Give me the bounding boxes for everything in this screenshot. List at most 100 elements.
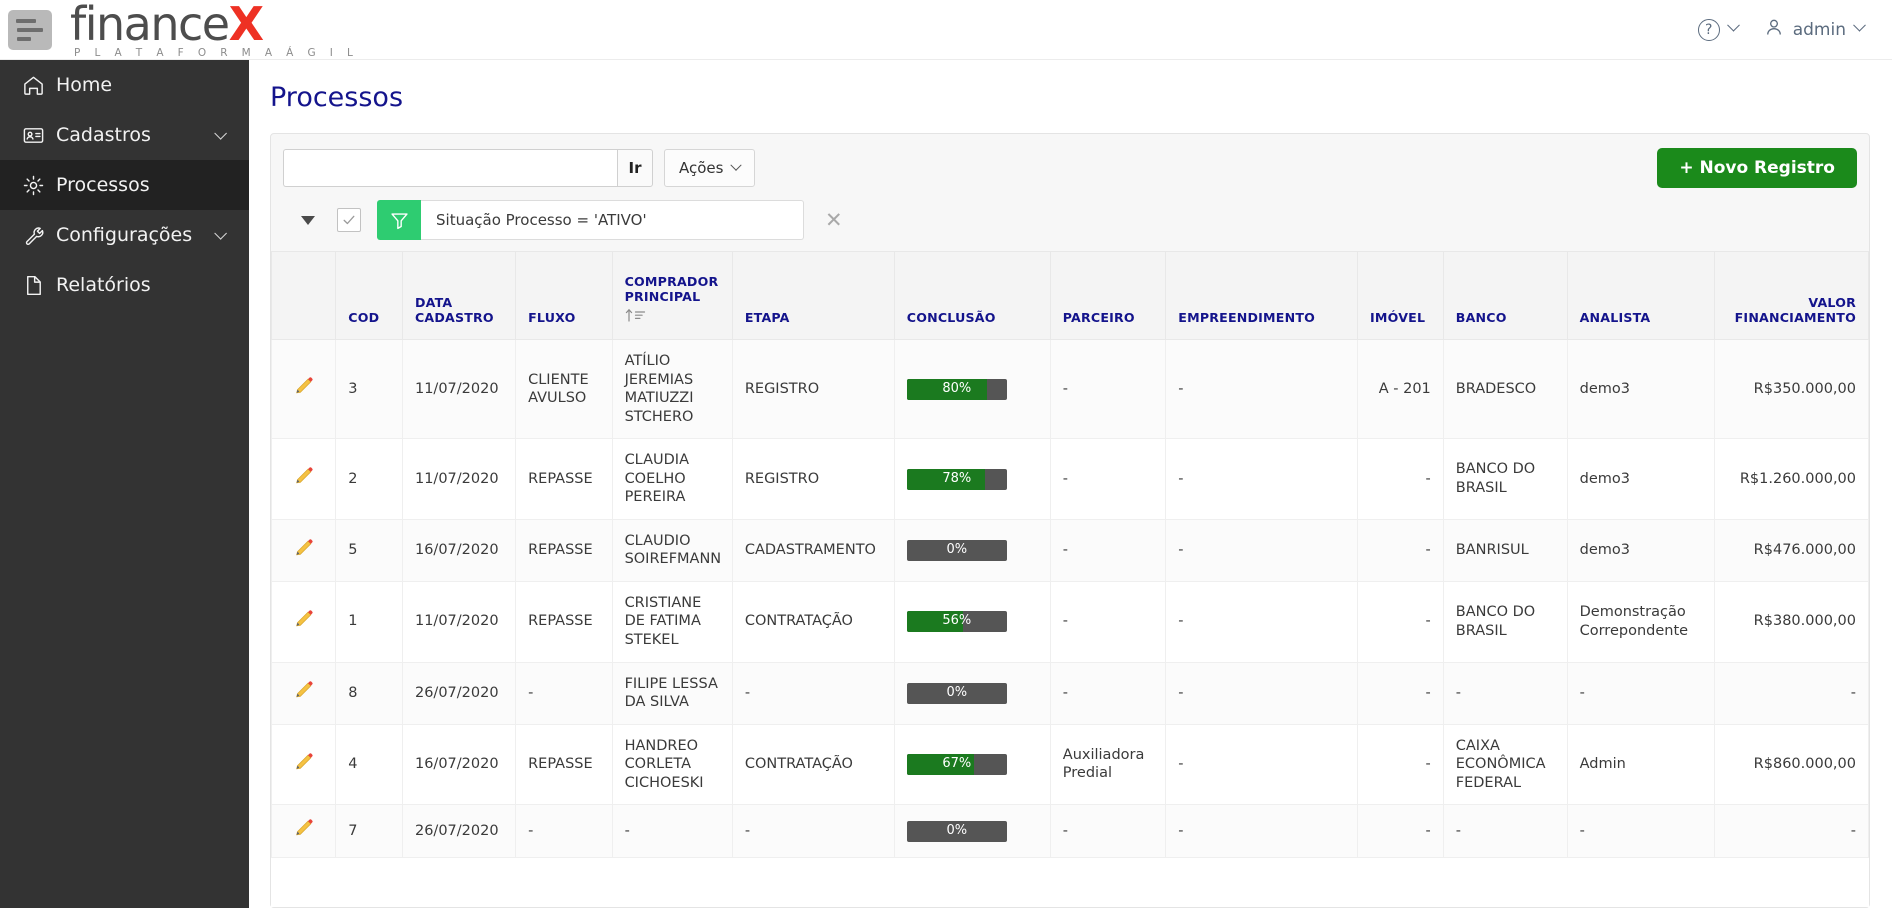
id-card-icon <box>22 124 56 147</box>
column-header-empreendimento[interactable]: EMPREENDIMENTO <box>1165 251 1359 340</box>
cell-analista: Demonstração Correpondente <box>1566 580 1716 663</box>
cell-banco: CAIXA ECONÔMICA FEDERAL <box>1442 723 1568 806</box>
column-header-data-cadastro[interactable]: DATA CADASTRO <box>401 251 517 340</box>
filter-row: Situação Processo = 'ATIVO' ✕ <box>271 200 1869 251</box>
cell-empreendimento: - <box>1165 723 1359 806</box>
column-header-analista[interactable]: ANALISTA <box>1566 251 1716 340</box>
table-header: COD DATA CADASTRO FLUXO COMPRADOR PRINCI… <box>271 251 1869 340</box>
app-logo[interactable]: financeX P L A T A F O R M A Á G I L <box>70 1 358 59</box>
go-button[interactable]: Ir <box>617 149 653 187</box>
help-menu[interactable]: ? <box>1697 18 1740 41</box>
cell-conclusao: 0% <box>893 661 1051 725</box>
column-header-imovel[interactable]: IMÓVEL <box>1357 251 1444 340</box>
table-row[interactable]: 2 11/07/2020 REPASSE CLAUDIA COELHO PEREIRA… <box>271 438 1869 520</box>
cell-parceiro: Auxiliadora Predial <box>1049 723 1167 806</box>
triangle-down-icon[interactable] <box>301 215 315 225</box>
sidebar-item-relatorios[interactable]: Relatórios <box>0 260 249 310</box>
progress-bar: 0% <box>906 820 1007 842</box>
column-header-edit <box>271 251 337 340</box>
home-icon <box>22 74 56 97</box>
close-icon[interactable]: ✕ <box>825 209 843 231</box>
table-row[interactable]: 5 16/07/2020 REPASSE CLAUDIO SOIREFMANN CADA… <box>271 518 1869 582</box>
pencil-icon[interactable] <box>271 438 337 520</box>
top-bar: financeX P L A T A F O R M A Á G I L ? a… <box>0 0 1892 60</box>
sidebar-item-processos[interactable]: Processos <box>0 160 249 210</box>
pencil-icon[interactable] <box>271 804 337 858</box>
progress-bar: 80% <box>906 378 1007 400</box>
cell-comprador-principal: ATÍLIO JEREMIAS MATIUZZI STCHERO <box>611 338 733 440</box>
pencil-icon[interactable] <box>271 723 337 806</box>
pencil-icon[interactable] <box>271 518 337 582</box>
hamburger-icon[interactable] <box>8 9 52 50</box>
table-row[interactable]: 1 11/07/2020 REPASSE CRISTIANE DE FATIMA ST… <box>271 580 1869 663</box>
cell-fluxo: - <box>515 804 613 858</box>
cell-comprador-principal: CLAUDIO SOIREFMANN <box>611 518 733 582</box>
chevron-down-icon <box>1853 18 1866 32</box>
table-row[interactable]: 7 26/07/2020- - -0% - - - - - - <box>271 804 1869 858</box>
sidebar-item-cadastros[interactable]: Cadastros <box>0 110 249 160</box>
chevron-down-icon <box>730 159 743 171</box>
cell-conclusao: 67% <box>893 723 1051 806</box>
chevron-down-icon <box>214 126 227 140</box>
cell-valor-financiamento: R$1.260.000,00 <box>1714 438 1869 520</box>
cell-valor-financiamento: R$350.000,00 <box>1714 338 1869 440</box>
cell-imovel: - <box>1357 518 1444 582</box>
column-header-fluxo[interactable]: FLUXO <box>515 251 613 340</box>
column-header-conclusao[interactable]: CONCLUSÃO <box>893 251 1051 340</box>
column-header-valor-financiamento[interactable]: VALOR FINANCIAMENTO <box>1714 251 1869 340</box>
cell-cod: 8 <box>335 661 403 725</box>
cell-parceiro: - <box>1049 338 1167 440</box>
column-header-parceiro[interactable]: PARCEIRO <box>1049 251 1167 340</box>
sort-ascending-icon[interactable] <box>625 308 720 325</box>
new-record-button[interactable]: + Novo Registro <box>1657 148 1857 188</box>
cell-banco: - <box>1442 661 1568 725</box>
cell-data-cadastro: 11/07/2020 <box>401 338 517 440</box>
cell-empreendimento: - <box>1165 804 1359 858</box>
cell-banco: BRADESCO <box>1442 338 1568 440</box>
column-header-comprador-principal[interactable]: COMPRADOR PRINCIPAL <box>611 251 733 340</box>
cell-valor-financiamento: - <box>1714 804 1869 858</box>
table-header-row: COD DATA CADASTRO FLUXO COMPRADOR PRINCI… <box>271 251 1869 340</box>
cell-comprador-principal: FILIPE LESSA DA SILVA <box>611 661 733 725</box>
user-menu[interactable]: admin <box>1764 17 1866 42</box>
pencil-icon[interactable] <box>271 338 337 440</box>
cell-imovel: - <box>1357 804 1444 858</box>
main-content: Processos Ir Ações + Novo Registro Situa… <box>249 60 1892 908</box>
table-row[interactable]: 8 26/07/2020- FILIPE LESSA DA SILVA -0% - - - -… <box>271 661 1869 725</box>
cell-cod: 4 <box>335 723 403 806</box>
cell-fluxo: REPASSE <box>515 723 613 806</box>
cell-fluxo: REPASSE <box>515 580 613 663</box>
sidebar-item-configuracoes[interactable]: Configurações <box>0 210 249 260</box>
column-header-banco[interactable]: BANCO <box>1442 251 1568 340</box>
sidebar-item-home[interactable]: Home <box>0 60 249 110</box>
cell-imovel: - <box>1357 661 1444 725</box>
cell-analista: - <box>1566 661 1716 725</box>
cell-banco: BANCO DO BRASIL <box>1442 438 1568 520</box>
column-header-cod[interactable]: COD <box>335 251 403 340</box>
filter-chip[interactable]: Situação Processo = 'ATIVO' <box>421 200 804 240</box>
report-toolbar: Ir Ações + Novo Registro <box>271 134 1869 200</box>
cell-banco: BANCO DO BRASIL <box>1442 580 1568 663</box>
progress-bar-label: 0% <box>946 542 968 558</box>
funnel-icon[interactable] <box>377 200 421 240</box>
filter-checkbox[interactable] <box>337 208 361 232</box>
pencil-icon[interactable] <box>271 661 337 725</box>
column-header-etapa[interactable]: ETAPA <box>731 251 895 340</box>
cell-imovel: - <box>1357 580 1444 663</box>
table-row[interactable]: 3 11/07/2020 CLIENTE AVULSO ATÍLIO JEREMIAS… <box>271 338 1869 440</box>
top-bar-actions: ? admin <box>1697 17 1866 42</box>
cell-cod: 5 <box>335 518 403 582</box>
report-table-container[interactable]: COD DATA CADASTRO FLUXO COMPRADOR PRINCI… <box>271 251 1869 907</box>
logo-x: X <box>228 0 264 51</box>
cell-fluxo: REPASSE <box>515 438 613 520</box>
cell-data-cadastro: 11/07/2020 <box>401 580 517 663</box>
cell-parceiro: - <box>1049 804 1167 858</box>
pencil-icon[interactable] <box>271 580 337 663</box>
table-row[interactable]: 4 16/07/2020 REPASSE HANDREO CORLETA CICHOE… <box>271 723 1869 806</box>
cell-etapa: REGISTRO <box>731 438 895 520</box>
search-input[interactable] <box>283 149 617 187</box>
app-root: financeX P L A T A F O R M A Á G I L ? a… <box>0 0 1892 908</box>
cell-imovel: A - 201 <box>1357 338 1444 440</box>
actions-dropdown-button[interactable]: Ações <box>664 149 756 187</box>
cell-parceiro: - <box>1049 518 1167 582</box>
